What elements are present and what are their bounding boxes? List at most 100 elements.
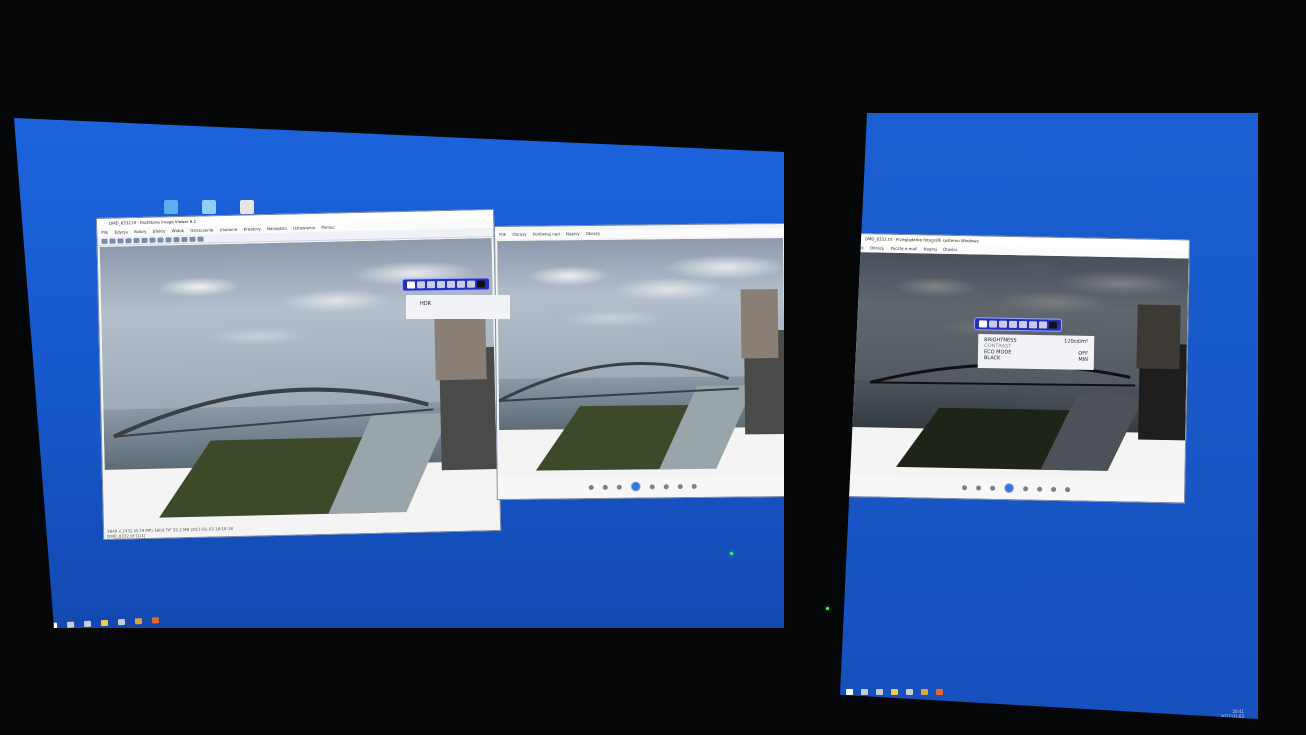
zoom-icon[interactable] <box>588 484 594 490</box>
menu-item-widok[interactable]: Widok <box>172 228 184 233</box>
menu-item-nagraj[interactable]: Nagraj <box>924 246 937 251</box>
viewer-app-icon[interactable] <box>134 618 143 625</box>
osd-mode-label: HDR <box>420 301 432 307</box>
color-icon[interactable] <box>426 281 436 289</box>
print-icon[interactable] <box>117 237 124 244</box>
rotate-right-icon[interactable] <box>1051 486 1057 492</box>
menu-item-otworz[interactable]: Obrazy <box>586 231 600 236</box>
menu-item-kolory[interactable]: Kolory <box>134 229 147 234</box>
task-view-icon[interactable] <box>83 620 92 628</box>
email-icon[interactable] <box>189 236 196 242</box>
zoom-out-icon[interactable] <box>149 237 156 243</box>
fit-icon[interactable] <box>976 484 982 491</box>
printer-icon[interactable] <box>240 200 254 214</box>
monitor-icon[interactable] <box>476 280 486 288</box>
menu-icon[interactable] <box>456 280 466 288</box>
start-icon[interactable] <box>846 689 853 695</box>
rotate-left-icon[interactable] <box>125 237 132 243</box>
zoom-icon[interactable] <box>962 484 968 490</box>
this-pc-icon[interactable] <box>164 200 178 214</box>
photo-viewer-controls <box>497 473 784 499</box>
photo-viewer-image <box>497 237 784 471</box>
menu-item-edycja[interactable]: Edycja <box>115 229 128 234</box>
file-explorer-icon[interactable] <box>100 619 109 627</box>
previous-icon[interactable] <box>990 485 996 491</box>
rotate-right-icon[interactable] <box>677 483 683 489</box>
faststone-viewer-window[interactable]: DMD_8332.tif - FastStone Image Viewer 6.… <box>96 208 502 540</box>
menu-item-obrazy[interactable]: Obrazy <box>870 245 884 250</box>
photo-viewer-window[interactable]: Plik Obrazy Porównaj nad Napisy Obrazy <box>494 222 784 500</box>
geometry-icon[interactable] <box>1008 320 1018 328</box>
menu-icon[interactable] <box>1028 321 1038 329</box>
color-icon[interactable] <box>998 320 1008 328</box>
photo-viewer-controls <box>847 473 1185 503</box>
menu-item-otworz[interactable]: Otwórz <box>943 247 957 252</box>
menu-item-oznaczanie[interactable]: Oznaczanie <box>190 227 213 233</box>
menu-item-ulubione[interactable]: Ulubione <box>220 227 238 232</box>
menu-item-plik[interactable]: Plik <box>101 230 108 235</box>
delete-icon[interactable] <box>1065 486 1071 492</box>
previous-icon[interactable] <box>616 484 622 490</box>
taskbar-right <box>846 685 943 699</box>
menu-item-napisy[interactable]: Napisy <box>566 231 580 236</box>
resize-icon[interactable] <box>165 236 172 242</box>
search-icon[interactable] <box>861 689 868 695</box>
open-icon[interactable] <box>101 238 108 244</box>
info-icon[interactable] <box>1038 321 1048 329</box>
start-icon[interactable] <box>49 622 58 628</box>
rotate-left-icon[interactable] <box>663 483 669 489</box>
osd-settings-panel: BRIGHTNESS 120cd/m² CONTRAST ECO MODE OF… <box>977 333 1095 371</box>
picture-mode-icon[interactable] <box>978 320 988 328</box>
next-icon[interactable] <box>1023 485 1029 491</box>
photo-viewer-menu[interactable]: Plik Obrazy Porównaj nad Napisy Obrazy <box>495 227 784 239</box>
settings-icon[interactable] <box>446 280 456 288</box>
menu-item-email[interactable]: Pocztę e-mail <box>890 246 917 252</box>
slideshow-icon[interactable] <box>181 236 188 242</box>
menu-item-obrazy[interactable]: Obrazy <box>512 232 526 237</box>
recycle-bin-icon[interactable] <box>202 200 216 214</box>
faststone-icon[interactable] <box>151 617 160 624</box>
monitor-icon[interactable] <box>1048 321 1058 329</box>
next-icon[interactable] <box>649 483 655 489</box>
right-monitor: DMD_8332.tif - Przeglądarka fotografii s… <box>840 113 1258 719</box>
delete-icon[interactable] <box>691 483 697 489</box>
power-led-right <box>826 607 829 610</box>
settings-icon[interactable] <box>1018 321 1028 329</box>
file-explorer-icon[interactable] <box>891 689 898 695</box>
menu-item-plik[interactable]: Plik <box>857 245 864 250</box>
taskbar-left <box>49 613 160 628</box>
faststone-icon[interactable] <box>936 689 943 695</box>
slideshow-button[interactable] <box>630 481 641 492</box>
zoom-in-icon[interactable] <box>141 237 148 243</box>
crop-icon[interactable] <box>157 236 164 243</box>
power-led-left <box>730 552 733 555</box>
brightness-icon[interactable] <box>416 281 426 289</box>
photos-icon[interactable] <box>117 618 126 626</box>
fit-icon[interactable] <box>602 484 608 490</box>
osd-row-black[interactable]: BLACK MIN <box>984 355 1088 363</box>
taskbar-clock[interactable]: 20:41 2017-01-03 <box>1221 709 1244 719</box>
task-view-icon[interactable] <box>876 689 883 695</box>
picture-mode-icon[interactable] <box>406 281 416 289</box>
photos-icon[interactable] <box>906 689 913 695</box>
menu-item-porownaj[interactable]: Porównaj nad <box>533 231 560 236</box>
search-icon[interactable] <box>66 621 75 628</box>
left-monitor: DMD_8332.tif - FastStone Image Viewer 6.… <box>14 118 784 628</box>
brightness-icon[interactable] <box>988 320 998 328</box>
save-icon[interactable] <box>109 238 116 244</box>
menu-item-ustawienia[interactable]: Ustawienia <box>293 225 315 230</box>
rotate-left-icon[interactable] <box>1037 486 1043 492</box>
menu-item-plik[interactable]: Plik <box>499 232 506 237</box>
menu-item-narzedzia[interactable]: Narzędzia <box>267 226 287 231</box>
monitor-osd-bar <box>401 277 491 292</box>
info-icon[interactable] <box>466 280 476 288</box>
slideshow-button[interactable] <box>1004 482 1015 494</box>
menu-item-pomoc[interactable]: Pomoc <box>321 225 334 230</box>
geometry-icon[interactable] <box>436 281 446 289</box>
menu-item-kreatory[interactable]: Kreatory <box>244 226 261 231</box>
viewer-app-icon[interactable] <box>921 689 928 695</box>
menu-item-efekty[interactable]: Efekty <box>153 228 166 233</box>
color-icon[interactable] <box>173 236 180 242</box>
rotate-right-icon[interactable] <box>133 237 140 243</box>
settings-icon[interactable] <box>197 236 204 242</box>
